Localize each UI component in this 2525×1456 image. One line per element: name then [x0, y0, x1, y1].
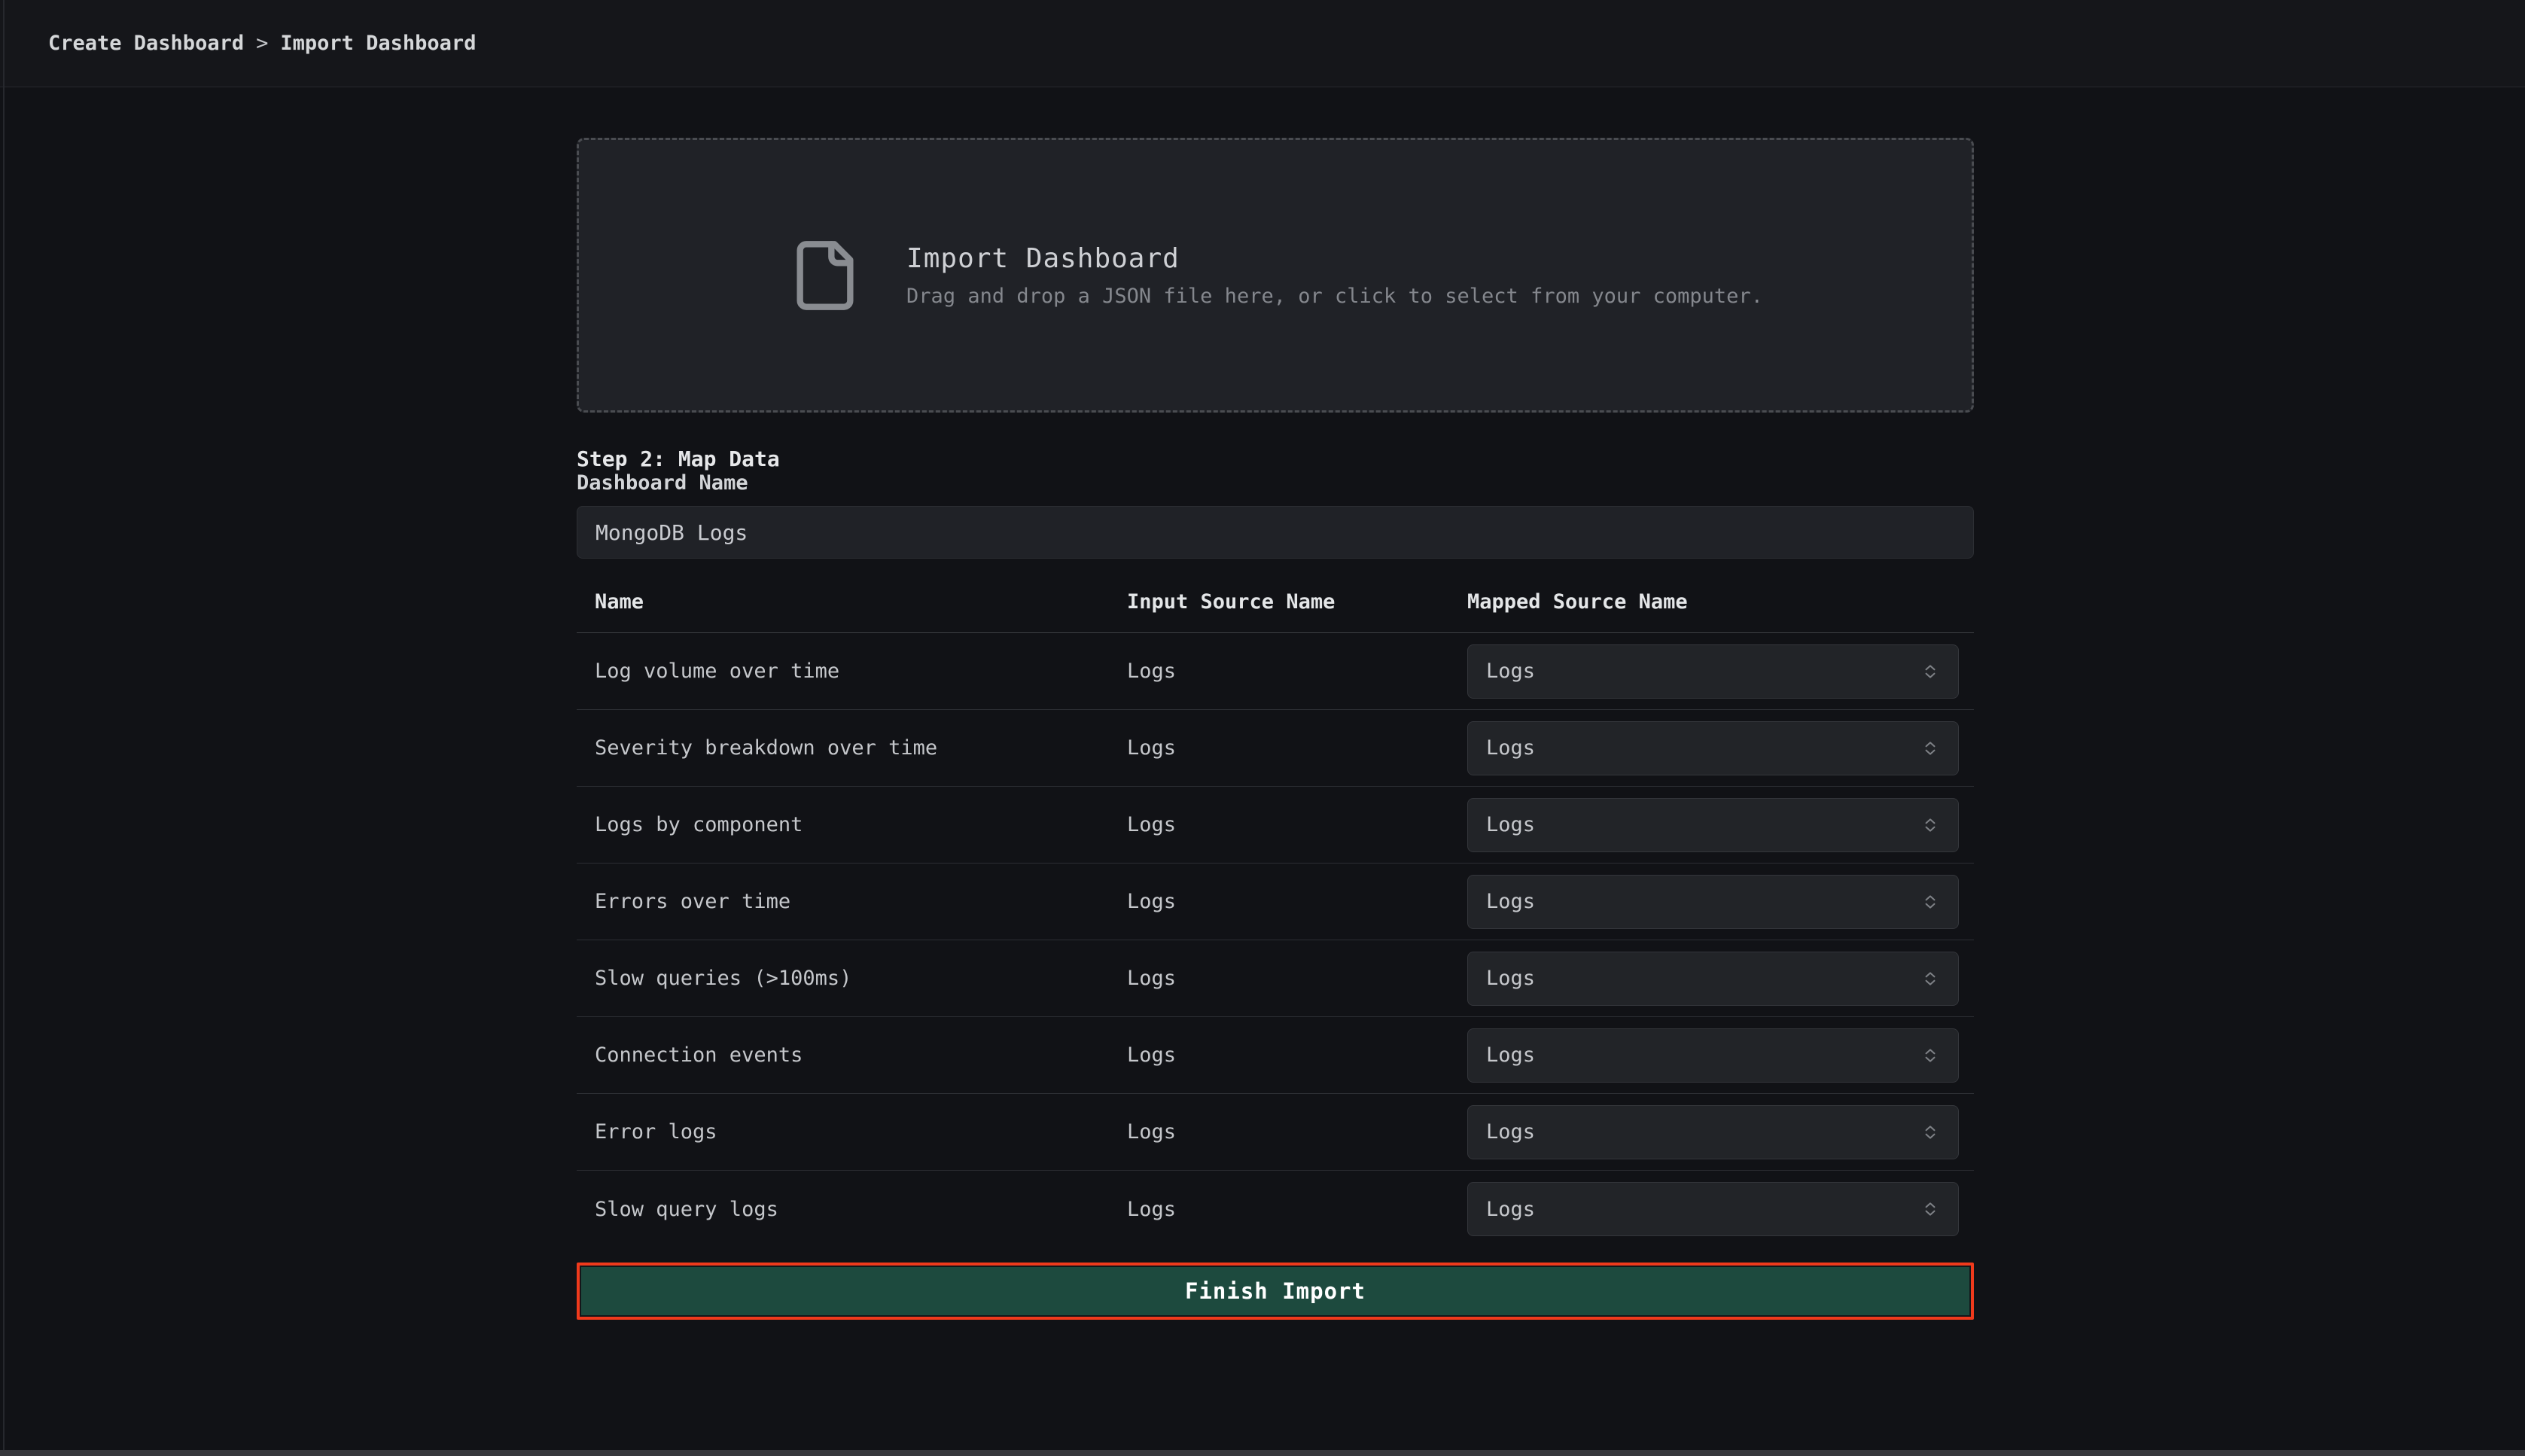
row-input-source: Logs — [1127, 813, 1467, 836]
dashboard-name-input[interactable] — [577, 506, 1974, 559]
table-row: Slow queries (>100ms) Logs Logs — [577, 940, 1974, 1017]
dropzone-title: Import Dashboard — [906, 243, 1763, 274]
row-name: Slow queries (>100ms) — [577, 967, 1127, 990]
dropzone-subtitle: Drag and drop a JSON file here, or click… — [906, 285, 1763, 308]
row-input-source: Logs — [1127, 736, 1467, 760]
mapped-source-value: Logs — [1486, 736, 1535, 760]
import-dashboard-panel: Import Dashboard Drag and drop a JSON fi… — [577, 138, 1974, 1320]
mapped-source-value: Logs — [1486, 1043, 1535, 1067]
chevrons-up-down-icon — [1920, 1046, 1940, 1065]
window-bottom-edge — [0, 1450, 2525, 1456]
table-row: Logs by component Logs Logs — [577, 787, 1974, 864]
table-row: Slow query logs Logs Logs — [577, 1171, 1974, 1247]
mapped-source-select[interactable]: Logs — [1467, 875, 1959, 929]
mapped-source-select[interactable]: Logs — [1467, 721, 1959, 775]
breadcrumb-separator: > — [256, 32, 268, 55]
row-input-source: Logs — [1127, 967, 1467, 990]
left-edge-divider — [3, 0, 5, 1450]
breadcrumb-import-dashboard: Import Dashboard — [280, 32, 476, 55]
chevrons-up-down-icon — [1920, 739, 1940, 758]
top-bar: Create Dashboard > Import Dashboard — [0, 0, 2525, 87]
row-name: Connection events — [577, 1043, 1127, 1067]
row-name: Slow query logs — [577, 1198, 1127, 1221]
mapped-source-select[interactable]: Logs — [1467, 798, 1959, 852]
mapped-source-value: Logs — [1486, 967, 1535, 990]
mapped-source-value: Logs — [1486, 813, 1535, 836]
mapped-source-select[interactable]: Logs — [1467, 1028, 1959, 1083]
mapping-table-body: Log volume over time Logs Logs Severity … — [577, 633, 1974, 1247]
row-input-source: Logs — [1127, 659, 1467, 683]
file-icon — [787, 238, 863, 313]
row-name: Errors over time — [577, 890, 1127, 913]
chevrons-up-down-icon — [1920, 1199, 1940, 1219]
row-name: Error logs — [577, 1120, 1127, 1144]
chevrons-up-down-icon — [1920, 892, 1940, 912]
row-input-source: Logs — [1127, 1198, 1467, 1221]
row-name: Logs by component — [577, 813, 1127, 836]
mapped-source-value: Logs — [1486, 890, 1535, 913]
header-name: Name — [577, 590, 1127, 614]
row-input-source: Logs — [1127, 1043, 1467, 1067]
dashboard-name-label: Dashboard Name — [577, 471, 748, 495]
header-mapped-source-name: Mapped Source Name — [1467, 590, 1974, 614]
table-row: Connection events Logs Logs — [577, 1017, 1974, 1094]
breadcrumb-create-dashboard[interactable]: Create Dashboard — [48, 32, 244, 55]
chevrons-up-down-icon — [1920, 662, 1940, 681]
chevrons-up-down-icon — [1920, 969, 1940, 988]
step-heading: Step 2: Map Data — [577, 446, 1974, 471]
mapping-table-header: Name Input Source Name Mapped Source Nam… — [577, 572, 1974, 633]
row-input-source: Logs — [1127, 890, 1467, 913]
mapped-source-select[interactable]: Logs — [1467, 1105, 1959, 1159]
table-row: Errors over time Logs Logs — [577, 864, 1974, 940]
row-name: Log volume over time — [577, 659, 1127, 683]
header-input-source-name: Input Source Name — [1127, 590, 1467, 614]
mapped-source-select[interactable]: Logs — [1467, 644, 1959, 699]
row-input-source: Logs — [1127, 1120, 1467, 1144]
file-dropzone[interactable]: Import Dashboard Drag and drop a JSON fi… — [577, 138, 1974, 413]
table-row: Log volume over time Logs Logs — [577, 633, 1974, 710]
finish-import-button[interactable]: Finish Import — [577, 1263, 1974, 1320]
mapping-table: Name Input Source Name Mapped Source Nam… — [577, 572, 1974, 1247]
row-name: Severity breakdown over time — [577, 736, 1127, 760]
mapped-source-value: Logs — [1486, 1198, 1535, 1221]
chevrons-up-down-icon — [1920, 1122, 1940, 1142]
breadcrumb: Create Dashboard > Import Dashboard — [48, 32, 476, 55]
mapped-source-value: Logs — [1486, 1120, 1535, 1144]
table-row: Error logs Logs Logs — [577, 1094, 1974, 1171]
chevrons-up-down-icon — [1920, 815, 1940, 835]
mapped-source-select[interactable]: Logs — [1467, 952, 1959, 1006]
table-row: Severity breakdown over time Logs Logs — [577, 710, 1974, 787]
mapped-source-select[interactable]: Logs — [1467, 1182, 1959, 1236]
mapped-source-value: Logs — [1486, 659, 1535, 683]
dropzone-text: Import Dashboard Drag and drop a JSON fi… — [906, 243, 1763, 308]
